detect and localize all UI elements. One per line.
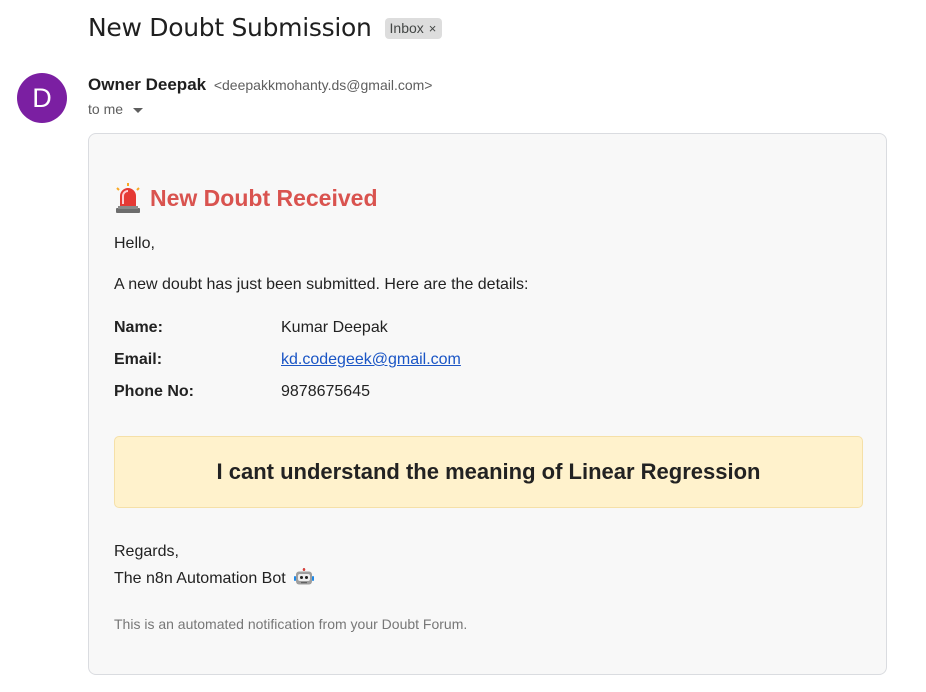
recipient-row[interactable]: to me bbox=[88, 101, 144, 117]
inbox-label-chip[interactable]: Inbox × bbox=[384, 18, 443, 39]
footer-note: This is an automated notification from y… bbox=[114, 616, 468, 632]
remove-label-icon[interactable]: × bbox=[429, 21, 437, 36]
detail-label-email: Email: bbox=[114, 351, 163, 368]
sender-info: Owner Deepak <deepakkmohanty.ds@gmail.co… bbox=[88, 75, 432, 95]
siren-icon bbox=[116, 183, 140, 213]
robot-icon bbox=[294, 568, 315, 585]
email-subject: New Doubt Submission bbox=[88, 13, 372, 42]
detail-value-email-link[interactable]: kd.codegeek@gmail.com bbox=[281, 351, 461, 369]
detail-value-phone: 9878675645 bbox=[281, 383, 370, 400]
email-subject-row: New Doubt Submission Inbox × bbox=[88, 13, 443, 42]
detail-value-name: Kumar Deepak bbox=[281, 319, 388, 336]
email-body-card: New Doubt Received Hello, A new doubt ha… bbox=[88, 133, 887, 675]
body-heading-text: New Doubt Received bbox=[150, 184, 378, 211]
sender-name[interactable]: Owner Deepak bbox=[88, 75, 206, 94]
body-heading: New Doubt Received bbox=[114, 183, 378, 213]
question-text: I cant understand the meaning of Linear … bbox=[216, 459, 761, 484]
signature-text: The n8n Automation Bot bbox=[114, 570, 286, 587]
intro-text: A new doubt has just been submitted. Her… bbox=[114, 276, 529, 293]
signoff: Regards, bbox=[114, 543, 179, 560]
detail-label-name: Name: bbox=[114, 319, 163, 336]
sender-email: <deepakkmohanty.ds@gmail.com> bbox=[213, 77, 433, 93]
sender-avatar[interactable]: D bbox=[17, 73, 67, 123]
chevron-down-icon[interactable] bbox=[133, 107, 144, 113]
recipient-label: to me bbox=[88, 101, 124, 117]
greeting: Hello, bbox=[114, 235, 155, 252]
signature-line: The n8n Automation Bot bbox=[114, 568, 315, 588]
question-box: I cant understand the meaning of Linear … bbox=[114, 436, 863, 508]
inbox-label-text: Inbox bbox=[389, 20, 424, 36]
detail-label-phone: Phone No: bbox=[114, 383, 194, 400]
